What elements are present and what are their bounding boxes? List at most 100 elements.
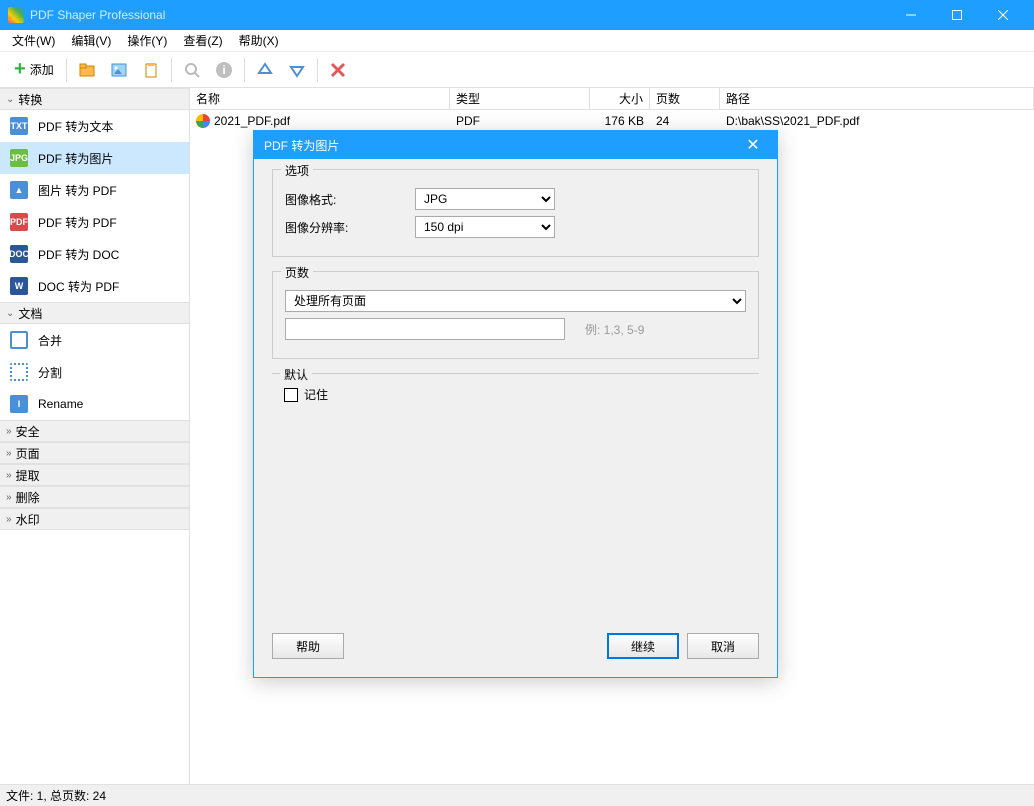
separator bbox=[317, 58, 318, 82]
sidebar-item-rename[interactable]: IRename bbox=[0, 388, 189, 420]
chevron-down-icon: ⌄ bbox=[6, 308, 14, 319]
separator bbox=[171, 58, 172, 82]
category-document[interactable]: ⌄文档 bbox=[0, 302, 189, 324]
help-button[interactable]: 帮助 bbox=[272, 633, 344, 659]
maximize-button[interactable] bbox=[934, 0, 980, 30]
category-delete[interactable]: »删除 bbox=[0, 486, 189, 508]
col-path[interactable]: 路径 bbox=[720, 88, 1034, 109]
sidebar-item-doc-to-pdf[interactable]: WDOC 转为 PDF bbox=[0, 270, 189, 302]
menu-help[interactable]: 帮助(X) bbox=[231, 30, 287, 51]
titlebar: PDF Shaper Professional bbox=[0, 0, 1034, 30]
close-button[interactable] bbox=[980, 0, 1026, 30]
doc-icon: DOC bbox=[10, 245, 28, 263]
add-button[interactable]: + 添加 bbox=[6, 54, 62, 86]
pages-legend: 页数 bbox=[281, 264, 313, 281]
chevron-down-icon: ⌄ bbox=[6, 94, 14, 105]
file-name: 2021_PDF.pdf bbox=[214, 114, 290, 128]
menu-view[interactable]: 查看(Z) bbox=[175, 30, 230, 51]
sidebar-item-pdf-to-text[interactable]: TXTPDF 转为文本 bbox=[0, 110, 189, 142]
image-icon: ▲ bbox=[10, 181, 28, 199]
menu-edit[interactable]: 编辑(V) bbox=[63, 30, 119, 51]
search-button[interactable] bbox=[176, 54, 208, 86]
window-title: PDF Shaper Professional bbox=[30, 8, 888, 22]
category-security[interactable]: »安全 bbox=[0, 420, 189, 442]
sidebar-item-pdf-to-doc[interactable]: DOCPDF 转为 DOC bbox=[0, 238, 189, 270]
rename-icon: I bbox=[10, 395, 28, 413]
app-icon bbox=[8, 7, 24, 23]
sidebar-item-image-to-pdf[interactable]: ▲图片 转为 PDF bbox=[0, 174, 189, 206]
pdf-icon: PDF bbox=[10, 213, 28, 231]
continue-button[interactable]: 继续 bbox=[607, 633, 679, 659]
sidebar-item-pdf-to-image[interactable]: JPGPDF 转为图片 bbox=[0, 142, 189, 174]
statusbar: 文件: 1, 总页数: 24 bbox=[0, 784, 1034, 806]
menubar: 文件(W) 编辑(V) 操作(Y) 查看(Z) 帮助(X) bbox=[0, 30, 1034, 52]
category-watermark[interactable]: »水印 bbox=[0, 508, 189, 530]
delete-button[interactable] bbox=[322, 54, 354, 86]
dialog-close-button[interactable]: ✕ bbox=[739, 131, 767, 159]
col-type[interactable]: 类型 bbox=[450, 88, 590, 109]
txt-icon: TXT bbox=[10, 117, 28, 135]
word-icon: W bbox=[10, 277, 28, 295]
dialog-title: PDF 转为图片 bbox=[264, 137, 739, 154]
file-type: PDF bbox=[450, 114, 590, 128]
pages-hint: 例: 1,3, 5-9 bbox=[585, 321, 644, 338]
menu-action[interactable]: 操作(Y) bbox=[119, 30, 175, 51]
file-size: 176 KB bbox=[590, 114, 650, 128]
pages-mode-select[interactable]: 处理所有页面 bbox=[285, 290, 746, 312]
col-name[interactable]: 名称 bbox=[190, 88, 450, 109]
chevron-right-icon: » bbox=[6, 426, 12, 437]
svg-text:i: i bbox=[222, 63, 225, 77]
minimize-button[interactable] bbox=[888, 0, 934, 30]
resolution-select[interactable]: 150 dpi bbox=[415, 216, 555, 238]
add-image-button[interactable] bbox=[103, 54, 135, 86]
fieldset-options: 选项 图像格式: JPG 图像分辨率: 150 dpi bbox=[272, 169, 759, 257]
file-path: D:\bak\SS\2021_PDF.pdf bbox=[720, 114, 1034, 128]
menu-file[interactable]: 文件(W) bbox=[4, 30, 63, 51]
paste-button[interactable] bbox=[135, 54, 167, 86]
options-legend: 选项 bbox=[281, 162, 313, 179]
separator bbox=[66, 58, 67, 82]
category-page[interactable]: »页面 bbox=[0, 442, 189, 464]
jpg-icon: JPG bbox=[10, 149, 28, 167]
sidebar-item-split[interactable]: 分割 bbox=[0, 356, 189, 388]
sidebar: ⌄转换 TXTPDF 转为文本 JPGPDF 转为图片 ▲图片 转为 PDF P… bbox=[0, 88, 190, 784]
separator bbox=[244, 58, 245, 82]
add-folder-button[interactable] bbox=[71, 54, 103, 86]
merge-icon bbox=[10, 331, 28, 349]
status-text: 文件: 1, 总页数: 24 bbox=[6, 787, 106, 804]
move-down-button[interactable] bbox=[281, 54, 313, 86]
column-headers: 名称 类型 大小 页数 路径 bbox=[190, 88, 1034, 110]
chevron-right-icon: » bbox=[6, 448, 12, 459]
file-row[interactable]: 2021_PDF.pdf PDF 176 KB 24 D:\bak\SS\202… bbox=[190, 110, 1034, 132]
chevron-right-icon: » bbox=[6, 514, 12, 525]
toolbar: + 添加 i bbox=[0, 52, 1034, 88]
fieldset-default: 默认 记住 bbox=[272, 373, 759, 407]
sidebar-item-merge[interactable]: 合并 bbox=[0, 324, 189, 356]
file-type-icon bbox=[196, 114, 210, 128]
add-label: 添加 bbox=[30, 61, 54, 78]
pages-range-input bbox=[285, 318, 565, 340]
move-up-button[interactable] bbox=[249, 54, 281, 86]
category-extract[interactable]: »提取 bbox=[0, 464, 189, 486]
dialog-titlebar[interactable]: PDF 转为图片 ✕ bbox=[254, 131, 777, 159]
sidebar-item-pdf-to-pdf[interactable]: PDFPDF 转为 PDF bbox=[0, 206, 189, 238]
resolution-label: 图像分辨率: bbox=[285, 219, 405, 236]
file-pages: 24 bbox=[650, 114, 720, 128]
image-format-select[interactable]: JPG bbox=[415, 188, 555, 210]
image-format-label: 图像格式: bbox=[285, 191, 405, 208]
remember-checkbox[interactable] bbox=[284, 388, 298, 402]
split-icon bbox=[10, 363, 28, 381]
dialog-buttons: 帮助 继续 取消 bbox=[272, 633, 759, 659]
chevron-right-icon: » bbox=[6, 470, 12, 481]
fieldset-pages: 页数 处理所有页面 例: 1,3, 5-9 bbox=[272, 271, 759, 359]
plus-icon: + bbox=[14, 58, 26, 81]
cancel-button[interactable]: 取消 bbox=[687, 633, 759, 659]
category-convert[interactable]: ⌄转换 bbox=[0, 88, 189, 110]
col-size[interactable]: 大小 bbox=[590, 88, 650, 109]
default-legend: 默认 bbox=[280, 366, 312, 383]
col-pages[interactable]: 页数 bbox=[650, 88, 720, 109]
remember-label: 记住 bbox=[304, 386, 328, 403]
dialog-body: 选项 图像格式: JPG 图像分辨率: 150 dpi 页数 处理所有页面 例:… bbox=[254, 159, 777, 431]
chevron-right-icon: » bbox=[6, 492, 12, 503]
info-button[interactable]: i bbox=[208, 54, 240, 86]
